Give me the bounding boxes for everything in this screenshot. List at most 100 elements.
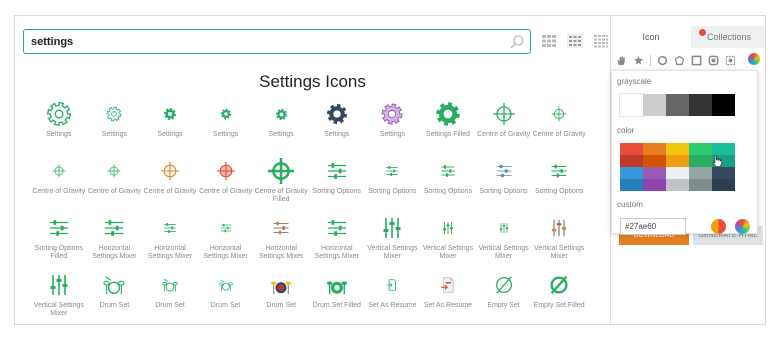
icon-result-horizontal-settings-mixer[interactable]: Horizontal Settings Mixer: [309, 213, 365, 270]
color-swatch[interactable]: [712, 167, 735, 179]
grid-small-icon[interactable]: [541, 34, 557, 48]
icon-result-horizontal-settings-mixer[interactable]: Horizontal Settings Mixer: [253, 213, 309, 270]
color-swatch[interactable]: [643, 167, 666, 179]
icon-result-horizontal-settings-mixer[interactable]: Horizontal Settings Mixer: [142, 213, 198, 270]
icon-preview: [544, 270, 574, 300]
icon-result-settings[interactable]: Settings: [87, 99, 143, 156]
search-box[interactable]: [23, 29, 531, 54]
grayscale-swatch[interactable]: [689, 94, 712, 116]
grayscale-swatches: [619, 93, 735, 117]
search-icon[interactable]: [509, 34, 525, 50]
centre-of-gravity-icon: [492, 103, 515, 125]
color-picker-icon[interactable]: [711, 219, 726, 234]
color-swatch[interactable]: [666, 143, 689, 155]
square-round-icon[interactable]: [708, 55, 719, 66]
color-swatch[interactable]: [666, 167, 689, 179]
sidebar-tabs: Icon Collections: [611, 26, 765, 48]
icon-result-sorting-options-filled[interactable]: Sorting Options Filled: [31, 213, 87, 270]
icon-result-centre-of-gravity[interactable]: Centre of Gravity: [142, 156, 198, 213]
color-swatch[interactable]: [620, 167, 643, 179]
square-icon[interactable]: [691, 55, 702, 66]
icon-result-horizontal-settings-mixer[interactable]: Horizontal Settings Mixer: [87, 213, 143, 270]
icon-result-vertical-settings-mixer[interactable]: Vertical Settings Mixer: [420, 213, 476, 270]
icon-result-sorting-options[interactable]: Sorting Options: [309, 156, 365, 213]
color-swatch[interactable]: [666, 179, 689, 191]
icon-result-vertical-settings-mixer[interactable]: Vertical Settings Mixer: [476, 213, 532, 270]
color-swatch[interactable]: [643, 143, 666, 155]
icon-preview: [99, 213, 129, 243]
icon-result-label: Drum Set: [210, 302, 241, 309]
icon-preview: [99, 156, 129, 186]
icon-result-vertical-settings-mixer[interactable]: Vertical Settings Mixer: [531, 213, 587, 270]
icon-result-settings[interactable]: Settings: [31, 99, 87, 156]
icon-result-settings[interactable]: Settings: [309, 99, 365, 156]
icon-result-settings[interactable]: Settings: [142, 99, 198, 156]
grayscale-swatch[interactable]: [712, 94, 735, 116]
grayscale-swatch[interactable]: [643, 94, 666, 116]
sorting-options-icon: [496, 164, 512, 178]
icon-result-horizontal-settings-mixer[interactable]: Horizontal Settings Mixer: [198, 213, 254, 270]
horizontal-settings-mixer-icon: [105, 220, 124, 236]
grayscale-swatch[interactable]: [666, 94, 689, 116]
color-swatch[interactable]: [689, 179, 712, 191]
color-swatch[interactable]: [689, 155, 712, 167]
icon-result-vertical-settings-mixer[interactable]: Vertical Settings Mixer: [31, 270, 87, 324]
grid-medium-icon[interactable]: [567, 34, 583, 48]
settings-icon: [220, 108, 231, 120]
icon-result-label: Settings: [212, 131, 239, 138]
grid-large-icon[interactable]: [593, 34, 609, 48]
icon-result-settings[interactable]: Settings: [253, 99, 309, 156]
star-icon[interactable]: [633, 55, 644, 66]
icon-result-centre-of-gravity[interactable]: Centre of Gravity: [31, 156, 87, 213]
icon-result-empty-set[interactable]: Empty Set: [476, 270, 532, 324]
color-swatch[interactable]: [712, 143, 735, 155]
icon-result-centre-of-gravity[interactable]: Centre of Gravity: [198, 156, 254, 213]
grayscale-swatch[interactable]: [619, 93, 644, 117]
set-as-resume-icon: [441, 277, 454, 293]
icon-result-set-as-resume[interactable]: Set As Resume: [420, 270, 476, 324]
icon-result-centre-of-gravity-filled[interactable]: Centre of Gravity Filled: [253, 156, 309, 213]
icon-result-drum-set[interactable]: Drum Set: [87, 270, 143, 324]
tab-icon[interactable]: Icon: [611, 26, 691, 48]
color-swatch[interactable]: [689, 167, 712, 179]
color-swatch[interactable]: [643, 179, 666, 191]
icon-result-empty-set-filled[interactable]: Empty Set Filled: [531, 270, 587, 324]
icon-result-sorting-options[interactable]: Sorting Options: [476, 156, 532, 213]
tab-collections[interactable]: Collections: [691, 26, 765, 48]
icon-result-settings[interactable]: Settings: [198, 99, 254, 156]
icon-result-vertical-settings-mixer[interactable]: Vertical Settings Mixer: [365, 213, 421, 270]
color-wheel-icon[interactable]: [748, 53, 760, 65]
icon-result-set-as-resume[interactable]: Set As Resume: [365, 270, 421, 324]
icon-result-sorting-options[interactable]: Sorting Options: [531, 156, 587, 213]
color-swatch[interactable]: [620, 155, 643, 167]
color-swatch[interactable]: [666, 155, 689, 167]
icon-result-centre-of-gravity[interactable]: Centre of Gravity: [87, 156, 143, 213]
icon-result-sorting-options[interactable]: Sorting Options: [365, 156, 421, 213]
color-swatch[interactable]: [689, 143, 712, 155]
pentagon-icon[interactable]: [674, 55, 685, 66]
hand-icon[interactable]: [616, 55, 627, 66]
icon-preview: [44, 156, 74, 186]
search-input[interactable]: [31, 33, 501, 50]
icon-result-centre-of-gravity[interactable]: Centre of Gravity: [531, 99, 587, 156]
circle-icon[interactable]: [657, 55, 668, 66]
color-swatch[interactable]: [620, 179, 643, 191]
icon-result-drum-set[interactable]: Drum Set: [198, 270, 254, 324]
icon-result-drum-set[interactable]: Drum Set: [253, 270, 309, 324]
color-swatch[interactable]: [620, 143, 643, 155]
custom-color-input[interactable]: [620, 218, 686, 235]
icon-result-drum-set[interactable]: Drum Set: [142, 270, 198, 324]
crop-icon[interactable]: [725, 55, 736, 66]
icon-result-label: Settings: [157, 131, 183, 138]
icon-result-sorting-options[interactable]: Sorting Options: [420, 156, 476, 213]
icon-result-drum-set-filled[interactable]: Drum Set Filled: [309, 270, 365, 324]
icon-result-settings[interactable]: Settings: [365, 99, 421, 156]
rainbow-picker-icon[interactable]: [735, 219, 750, 234]
icon-preview: [44, 213, 74, 243]
icon-result-centre-of-gravity[interactable]: Centre of Gravity: [476, 99, 532, 156]
color-swatch[interactable]: [712, 179, 735, 191]
icon-result-settings-filled[interactable]: Settings Filled: [420, 99, 476, 156]
settings-filled-icon: [436, 102, 460, 126]
icon-result-label: Centre of Gravity: [87, 188, 141, 195]
color-swatch[interactable]: [643, 155, 666, 167]
